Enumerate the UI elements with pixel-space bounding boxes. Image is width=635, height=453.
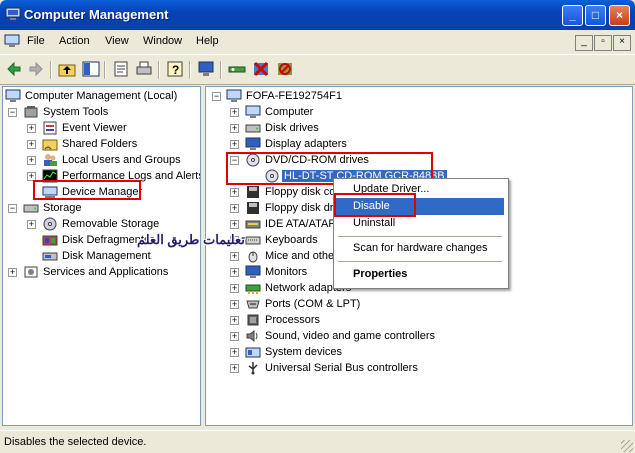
close-button[interactable]: × <box>609 5 630 26</box>
minimize-button[interactable]: _ <box>562 5 583 26</box>
maximize-button[interactable]: □ <box>585 5 606 26</box>
disk-management-icon <box>42 252 58 261</box>
print-icon[interactable] <box>135 60 153 78</box>
svg-text:?: ? <box>172 63 179 77</box>
device-usb-expander[interactable]: + <box>230 364 239 373</box>
computer-management-icon <box>5 7 21 20</box>
device-system-expander[interactable]: + <box>230 348 239 357</box>
device-network-adapters-expander[interactable]: + <box>230 284 239 293</box>
computer-management-window: Computer Management _ □ × File Action Vi… <box>0 0 635 453</box>
menu-help[interactable]: Help <box>196 35 219 47</box>
toolbar: ? <box>0 55 635 85</box>
tree-event-viewer-expander[interactable]: + <box>27 124 36 133</box>
title-bar[interactable]: Computer Management _ □ × <box>0 0 635 30</box>
defragmenter-icon <box>42 235 58 246</box>
speaker-icon <box>246 330 258 342</box>
menu-window[interactable]: Window <box>143 35 182 47</box>
display-adapter-icon <box>245 137 261 150</box>
system-device-icon <box>245 347 261 358</box>
menu-bar: File Action View Window Help <box>0 30 635 55</box>
properties-icon[interactable] <box>112 60 130 78</box>
storage-icon <box>23 204 39 213</box>
port-icon <box>246 300 260 309</box>
device-floppy-controllers-expander[interactable]: + <box>230 188 239 197</box>
tree-local-users-expander[interactable]: + <box>27 156 36 165</box>
device-monitors-expander[interactable]: + <box>230 268 239 277</box>
ide-controller-icon <box>245 220 261 229</box>
tree-removable-storage-expander[interactable]: + <box>27 220 36 229</box>
system-tools-icon <box>24 106 38 118</box>
processor-icon <box>247 314 259 326</box>
watermark-text: تعليمات طريق العلم <box>137 232 245 247</box>
disable-highlight <box>334 193 416 217</box>
network-adapter-icon <box>245 284 261 294</box>
menu-uninstall[interactable]: Uninstall <box>336 215 504 232</box>
users-icon <box>44 154 57 166</box>
menu-scan-hardware[interactable]: Scan for hardware changes <box>336 240 504 257</box>
status-text: Disables the selected device. <box>4 436 147 448</box>
usb-icon <box>248 362 258 375</box>
menu-view[interactable]: View <box>105 35 129 47</box>
services-icon <box>24 266 38 278</box>
keyboard-icon <box>245 236 261 245</box>
menu-separator <box>338 236 502 237</box>
device-ide-expander[interactable]: + <box>230 220 239 229</box>
computer-icon <box>245 105 261 118</box>
tree-storage-expander[interactable]: − <box>8 204 17 213</box>
scan-hardware-icon[interactable] <box>228 60 246 78</box>
menu-action[interactable]: Action <box>59 35 90 47</box>
event-viewer-icon <box>43 121 57 135</box>
device-display-adapters-expander[interactable]: + <box>230 140 239 149</box>
tree-shared-folders-expander[interactable]: + <box>27 140 36 149</box>
mdi-restore-button[interactable]: ▫ <box>594 35 612 51</box>
computer-icon <box>226 89 242 102</box>
device-computer-expander[interactable]: + <box>230 108 239 117</box>
monitor-icon[interactable] <box>197 60 215 78</box>
device-disk-drives-expander[interactable]: + <box>230 124 239 133</box>
forward-arrow-icon[interactable] <box>27 60 45 78</box>
menu-file[interactable]: File <box>27 35 45 47</box>
menu-separator <box>338 261 502 262</box>
console-tree-pane[interactable]: Computer Management (Local) − System Too… <box>2 86 201 426</box>
disk-drive-icon <box>245 124 261 133</box>
disable-icon[interactable] <box>276 60 294 78</box>
back-arrow-icon[interactable] <box>5 60 23 78</box>
floppy-drive-icon <box>247 202 259 214</box>
tree-system-tools-expander[interactable]: − <box>8 108 17 117</box>
device-mice-expander[interactable]: + <box>230 252 239 261</box>
uninstall-icon[interactable] <box>252 60 270 78</box>
help-icon[interactable]: ? <box>166 60 184 78</box>
tree-services-apps-expander[interactable]: + <box>8 268 17 277</box>
device-root-expander[interactable]: − <box>212 92 221 101</box>
device-ports-expander[interactable]: + <box>230 300 239 309</box>
mdi-close-button[interactable]: × <box>613 35 631 51</box>
shared-folder-icon <box>42 139 58 151</box>
status-bar: Disables the selected device. <box>0 430 635 453</box>
show-hide-tree-icon[interactable] <box>82 60 100 78</box>
removable-storage-icon <box>43 217 57 231</box>
device-processors-expander[interactable]: + <box>230 316 239 325</box>
up-folder-icon[interactable] <box>58 60 76 78</box>
computer-management-icon <box>5 89 21 102</box>
menu-properties[interactable]: Properties <box>336 266 504 283</box>
mouse-icon <box>248 251 258 263</box>
window-title: Computer Management <box>24 7 169 22</box>
device-sound-expander[interactable]: + <box>230 332 239 341</box>
floppy-controller-icon <box>247 186 259 198</box>
mmc-document-icon[interactable] <box>4 34 20 48</box>
device-manager-highlight <box>33 180 141 200</box>
mdi-minimize-button[interactable]: _ <box>575 35 593 51</box>
resize-grip[interactable] <box>621 440 633 452</box>
device-floppy-drives-expander[interactable]: + <box>230 204 239 213</box>
monitor-icon <box>245 265 261 278</box>
